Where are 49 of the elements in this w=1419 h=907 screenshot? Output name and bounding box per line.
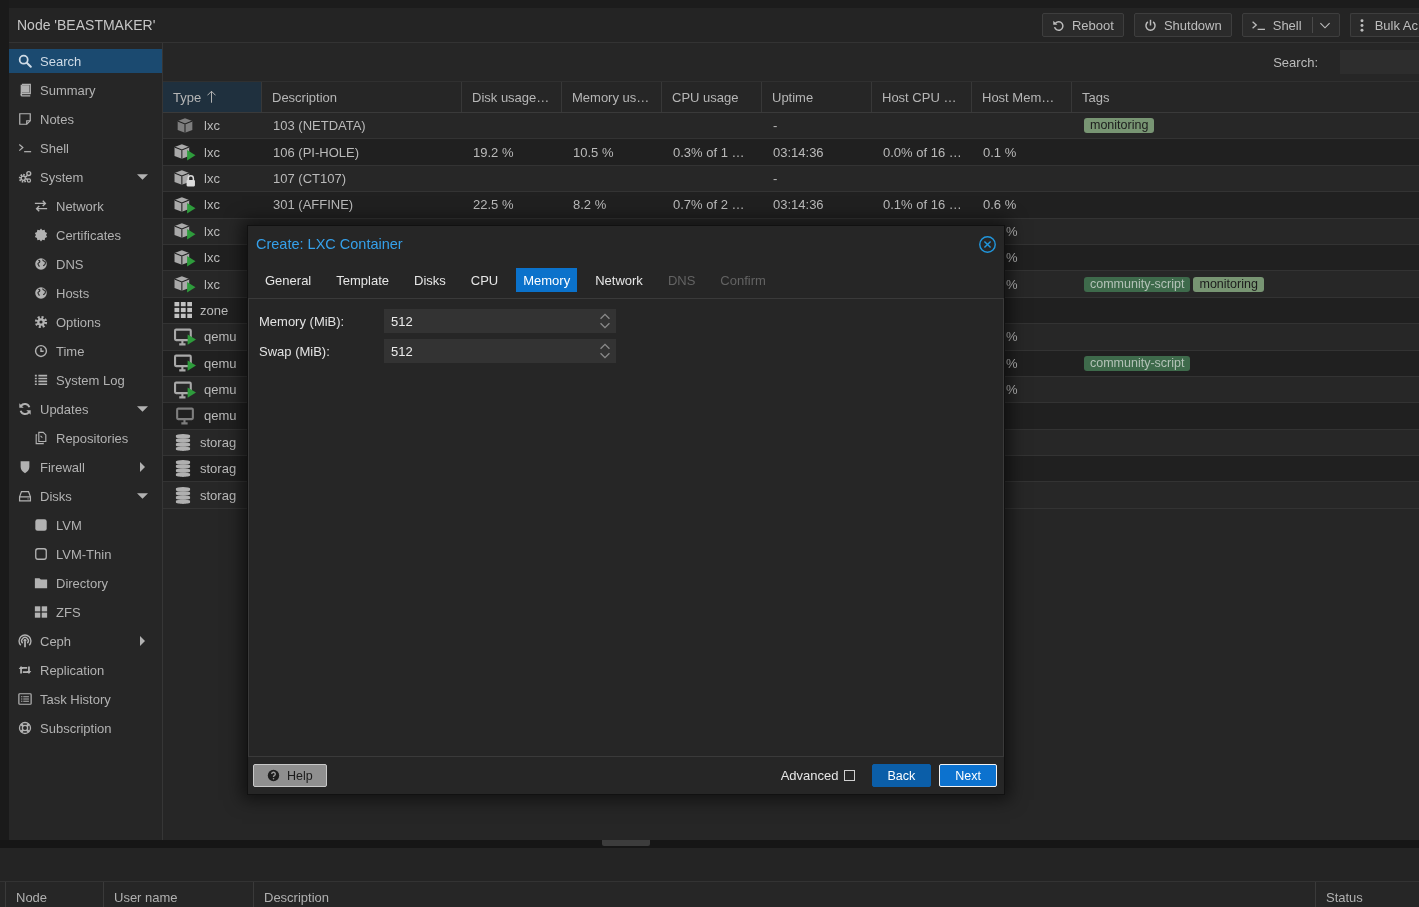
- table-cell: %: [1006, 250, 1018, 266]
- table-cell: 03:14:36: [773, 144, 824, 160]
- field-label: Memory (MiB):: [259, 313, 346, 329]
- table-cell: lxc: [204, 144, 220, 160]
- table-cell: lxc: [204, 170, 220, 186]
- table-cell: 0.6 %: [983, 197, 1017, 213]
- table-cell: storag: [200, 487, 237, 503]
- table-cell: qemu: [204, 408, 237, 424]
- table-cell: 0.7% of 2 …: [673, 197, 745, 213]
- table-cell: 0.1% of 16 …: [883, 197, 962, 213]
- table-cell: qemu: [204, 382, 237, 398]
- table-cell: %: [1006, 329, 1018, 345]
- table-cell: lxc: [204, 250, 220, 266]
- tag: community-script: [1084, 276, 1191, 292]
- table-cell: 301 (AFFINE): [273, 197, 354, 213]
- table-cell: lxc: [204, 197, 220, 213]
- tag: monitoring: [1084, 118, 1155, 134]
- table-cell: lxc: [204, 118, 220, 134]
- table-cell: -: [773, 118, 778, 134]
- tag: community-script: [1084, 355, 1191, 371]
- table-cell: 8.2 %: [573, 197, 607, 213]
- tag: monitoring: [1193, 276, 1264, 292]
- table-cell: 19.2 %: [473, 144, 514, 160]
- table-cell: 22.5 %: [473, 197, 514, 213]
- table-cell: 0.1 %: [983, 144, 1017, 160]
- table-cell: %: [1006, 276, 1018, 292]
- table-cell: 0.3% of 1 …: [673, 144, 745, 160]
- search-label: Search:: [1273, 54, 1318, 70]
- node-title: Node 'BEASTMAKER': [17, 17, 156, 33]
- table-cell: -: [773, 170, 778, 186]
- table-cell: %: [1006, 382, 1018, 398]
- table-cell: 0.0% of 16 …: [883, 144, 962, 160]
- table-cell: 107 (CT107): [273, 170, 346, 186]
- table-cell: qemu: [204, 355, 237, 371]
- dialog-title: Create: LXC Container: [256, 236, 403, 252]
- table-cell: lxc: [204, 223, 220, 239]
- table-cell: 03:14:36: [773, 197, 824, 213]
- table-cell: storag: [200, 434, 237, 450]
- table-cell: 10.5 %: [573, 144, 614, 160]
- table-cell: lxc: [204, 276, 220, 292]
- table-cell: 106 (PI-HOLE): [273, 144, 359, 160]
- table-cell: qemu: [204, 329, 237, 345]
- table-cell: %: [1006, 223, 1018, 239]
- checkbox-label: Advanced: [780, 768, 839, 783]
- table-cell: storag: [200, 461, 237, 477]
- field-label: Swap (MiB):: [259, 343, 331, 359]
- table-cell: %: [1006, 355, 1018, 371]
- table-cell: zone: [200, 302, 229, 318]
- table-cell: 103 (NETDATA): [273, 118, 366, 134]
